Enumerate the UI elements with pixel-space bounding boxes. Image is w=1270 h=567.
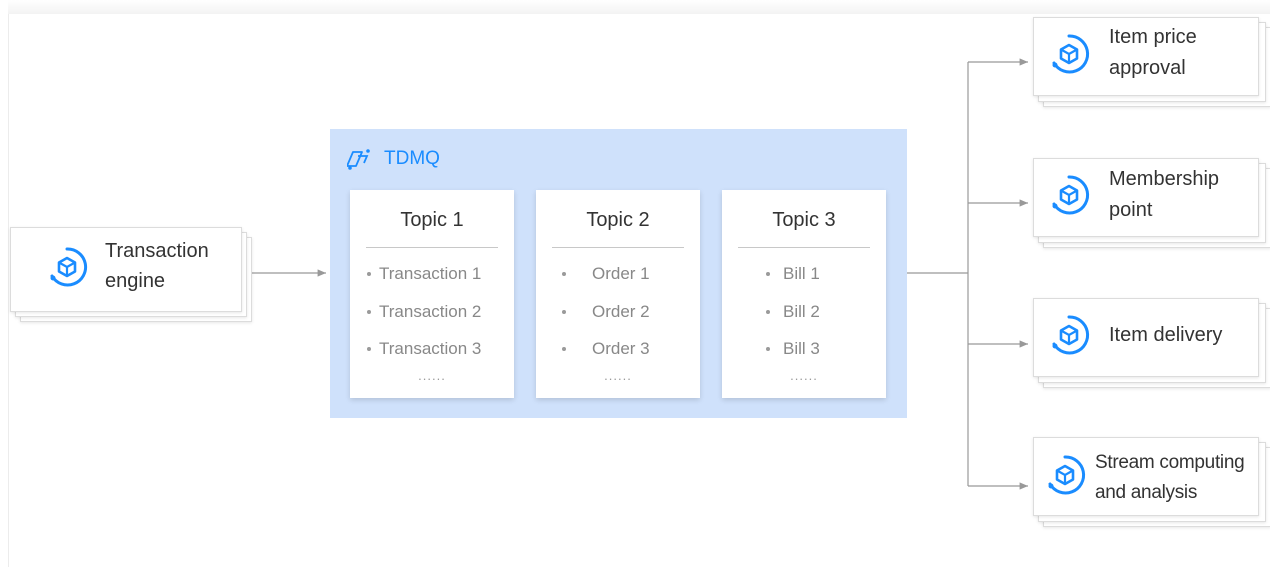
stream-computing-label-line2: and analysis <box>1095 482 1198 503</box>
bullet-icon <box>367 310 371 314</box>
membership-label-line1: Membership <box>1109 168 1220 190</box>
cube-circle-icon <box>1052 34 1090 74</box>
topic-title: Topic 1 <box>400 209 464 231</box>
topic-more-ellipsis: ...... <box>418 368 446 383</box>
stream-computing-node: Stream computing and analysis <box>1033 437 1270 533</box>
transaction-engine-label-line2: engine <box>105 270 166 292</box>
topic-card-1: Topic 1 Transaction 1 Transaction 2 Tran… <box>350 190 514 398</box>
topic-divider <box>366 247 498 248</box>
item-delivery-node: Item delivery <box>1033 298 1270 394</box>
cube-circle-icon <box>1052 315 1090 355</box>
topic-more-ellipsis: ...... <box>790 368 818 383</box>
item-price-approval-node: Item price approval <box>1033 17 1270 113</box>
bullet-icon <box>766 310 770 314</box>
bullet-icon <box>562 272 566 276</box>
topic-item: Order 2 <box>592 302 650 321</box>
topic-item: Transaction 1 <box>379 264 482 283</box>
membership-point-node: Membership point <box>1033 158 1270 254</box>
topic-item: Order 1 <box>592 264 650 283</box>
membership-label-line2: point <box>1109 199 1153 221</box>
bullet-icon <box>766 347 770 351</box>
topic-card-2: Topic 2 Order 1 Order 2 Order 3 ...... <box>536 190 700 398</box>
topic-item: Transaction 2 <box>379 302 482 321</box>
transaction-engine-node: Transaction engine <box>10 227 252 323</box>
topic-title: Topic 2 <box>586 209 650 231</box>
item-price-label-line2: approval <box>1109 57 1186 79</box>
cube-circle-icon <box>1052 175 1090 215</box>
topic-divider <box>552 247 684 248</box>
topic-card-3: Topic 3 Bill 1 Bill 2 Bill 3 ...... <box>722 190 886 398</box>
cube-circle-icon <box>1048 455 1086 495</box>
topic-item: Order 3 <box>592 339 650 358</box>
topic-item: Bill 3 <box>783 339 820 358</box>
bullet-icon <box>562 347 566 351</box>
item-delivery-label: Item delivery <box>1109 324 1223 346</box>
cube-circle-icon <box>50 247 88 287</box>
topic-item: Transaction 3 <box>379 339 482 358</box>
bullet-icon <box>562 310 566 314</box>
topic-title: Topic 3 <box>772 209 836 231</box>
topic-divider <box>738 247 870 248</box>
transaction-engine-label-line1: Transaction <box>105 240 209 262</box>
bullet-icon <box>367 272 371 276</box>
topic-item: Bill 1 <box>783 264 820 283</box>
bullet-icon <box>766 272 770 276</box>
tdmq-logo-icon <box>347 149 370 170</box>
item-price-label-line1: Item price <box>1109 26 1197 48</box>
topic-more-ellipsis: ...... <box>604 368 632 383</box>
stream-computing-label-line1: Stream computing <box>1095 452 1245 473</box>
topic-item: Bill 2 <box>783 302 820 321</box>
tdmq-title: TDMQ <box>384 148 440 169</box>
bullet-icon <box>367 347 371 351</box>
